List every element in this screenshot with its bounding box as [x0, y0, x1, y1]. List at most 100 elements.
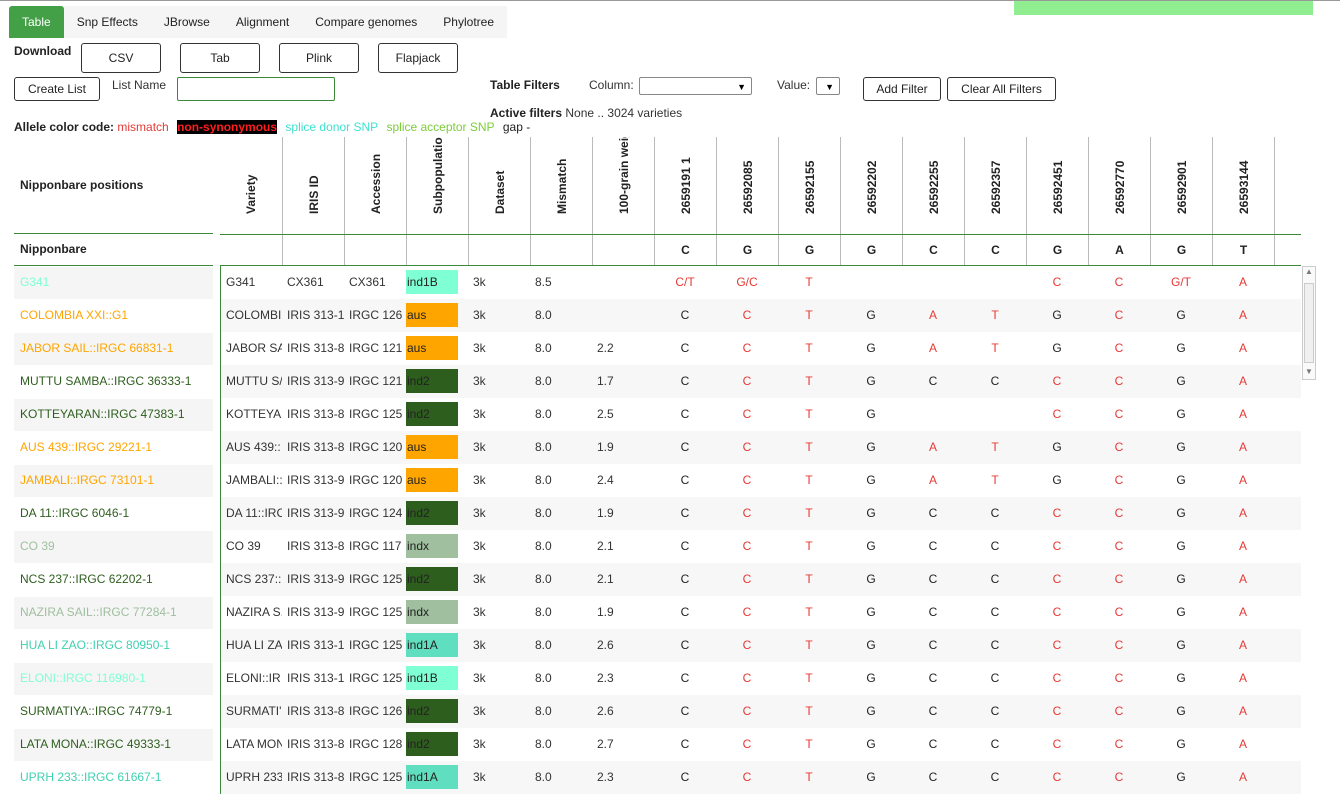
value-select[interactable]: ▼ — [816, 77, 840, 95]
allele-cell: T — [805, 539, 813, 553]
scrollbar-thumb[interactable] — [1304, 283, 1314, 363]
create-list-button[interactable]: Create List — [14, 77, 100, 101]
tab-snp-effects[interactable]: Snp Effects — [63, 6, 151, 38]
allele-cell: C — [680, 473, 690, 487]
variety-name-list: G341 COLOMBIA XXI::G1 JABOR SAIL::IRGC 668… — [14, 267, 213, 795]
table-row[interactable]: G341 CX361 CX361 ind1B 3k 8.5 C/T G/C T C C G/T A — [220, 266, 1301, 299]
variety-name-row[interactable]: COLOMBIA XXI::G1 — [14, 300, 213, 332]
acc-cell: IRGC 117 — [349, 539, 402, 553]
allele-cell — [1274, 497, 1301, 530]
tab-table[interactable]: Table — [9, 6, 64, 38]
list-name-input[interactable] — [177, 77, 335, 101]
variety-name-row[interactable]: KOTTEYARAN::IRGC 47383-1 — [14, 399, 213, 431]
column-header[interactable]: Accession — [344, 137, 406, 234]
column-header[interactable]: Variety — [220, 137, 282, 234]
subpop-cell: ind2 — [406, 497, 468, 530]
variety-name-row[interactable]: NAZIRA SAIL::IRGC 77284-1 — [14, 597, 213, 629]
column-header-label: Variety — [244, 174, 258, 214]
tab-phylotree[interactable]: Phylotree — [430, 6, 507, 38]
allele-cell: C — [742, 407, 752, 421]
allele-cell: C — [742, 506, 752, 520]
column-header[interactable]: 100-grain weigh — [592, 137, 654, 234]
variety-name-row[interactable]: G341 — [14, 267, 213, 299]
position-header[interactable]: 2659191 1 — [654, 137, 716, 234]
weight-cell: 1.7 — [597, 374, 614, 388]
position-header[interactable]: 26593144 — [1212, 137, 1274, 234]
table-row[interactable]: KOTTEYAI IRIS 313-8 IRGC 125 ind2 3k 8.0 2.5 C C… — [220, 398, 1301, 431]
allele-cell: C — [680, 341, 690, 355]
variety-name-row[interactable]: LATA MONA::IRGC 49333-1 — [14, 729, 213, 761]
table-row[interactable]: LATA MON IRIS 313-8 IRGC 128 ind2 3k 8.0 2.7 C C… — [220, 728, 1301, 761]
variety-name-row[interactable]: AUS 439::IRGC 29221-1 — [14, 432, 213, 464]
table-row[interactable]: CO 39 IRIS 313-8 IRGC 117 indx 3k 8.0 2.1 C C T G C… — [220, 530, 1301, 563]
allele-cell: C — [1052, 671, 1062, 685]
column-header[interactable]: Subpopulation — [406, 137, 468, 234]
variety-name-row[interactable]: NCS 237::IRGC 62202-1 — [14, 564, 213, 596]
acc-cell: IRGC 121 — [349, 374, 403, 388]
variety-cell: UPRH 233 — [220, 761, 282, 794]
variety-name-row[interactable]: ELONI::IRGC 116980-1 — [14, 663, 213, 695]
variety-name-row[interactable]: JAMBALI::IRGC 73101-1 — [14, 465, 213, 497]
variety-name-row[interactable]: MUTTU SAMBA::IRGC 36333-1 — [14, 366, 213, 398]
variety-name-row[interactable]: JABOR SAIL::IRGC 66831-1 — [14, 333, 213, 365]
tab-jbrowse[interactable]: JBrowse — [150, 6, 223, 38]
table-row[interactable]: SURMATI' IRIS 313-8 IRGC 126 ind2 3k 8.0 2.6 C C… — [220, 695, 1301, 728]
weight-cell: 1.9 — [597, 605, 614, 619]
tab-download-button[interactable]: Tab — [180, 43, 260, 73]
csv-button[interactable]: CSV — [81, 43, 161, 73]
variety-name-row[interactable]: DA 11::IRGC 6046-1 — [14, 498, 213, 530]
position-header[interactable]: 26592085 — [716, 137, 778, 234]
column-header[interactable]: Dataset — [468, 137, 530, 234]
position-header[interactable]: 26592770 — [1088, 137, 1150, 234]
position-header[interactable]: 26592451 — [1026, 137, 1088, 234]
tab-alignment[interactable]: Alignment — [222, 6, 303, 38]
allele-cell: C — [1114, 737, 1124, 751]
table-row[interactable]: AUS 439:: IRIS 313-8 IRGC 120 aus 3k 8.0 1.9 C C… — [220, 431, 1301, 464]
table-scrollbar[interactable]: ▲ ▼ — [1302, 266, 1316, 380]
table-row[interactable]: JAMBALI:: IRIS 313-9 IRGC 120 aus 3k 8.0 2.4 C C… — [220, 464, 1301, 497]
column-header[interactable]: IRIS ID — [282, 137, 344, 234]
subpopulation-badge: ind1A — [406, 633, 458, 657]
position-header[interactable]: 26592202 — [840, 137, 902, 234]
position-header[interactable]: 26592155 — [778, 137, 840, 234]
allele-cell: G — [866, 440, 876, 454]
allele-cell: G — [1176, 704, 1186, 718]
add-filter-button[interactable]: Add Filter — [863, 77, 941, 101]
allele-cell — [1274, 398, 1301, 431]
dataset-cell: 3k — [473, 737, 486, 751]
scroll-down-icon[interactable]: ▼ — [1303, 367, 1315, 379]
position-header[interactable]: 26592255 — [902, 137, 964, 234]
table-row[interactable]: NCS 237:: IRIS 313-9 IRGC 125 ind2 3k 8.0 2.1 C… — [220, 563, 1301, 596]
scroll-up-icon[interactable]: ▲ — [1303, 267, 1315, 279]
table-row[interactable]: JABOR SA IRIS 313-8 IRGC 121 aus 3k 8.0 2.2 C C T… — [220, 332, 1301, 365]
variety-name-row[interactable]: CO 39 — [14, 531, 213, 563]
table-row[interactable]: ELONI::IR IRIS 313-1 IRGC 125 ind1B 3k 8.0 2.3… — [220, 662, 1301, 695]
variety-name-row[interactable]: SURMATIYA::IRGC 74779-1 — [14, 696, 213, 728]
subpopulation-badge: ind1B — [406, 666, 458, 690]
table-row[interactable]: MUTTU S/IRIS 313-9 IRGC 121 ind2 3k 8.0 1.7 C C… — [220, 365, 1301, 398]
allele-cell — [1274, 464, 1301, 497]
table-row[interactable]: HUA LI ZA IRIS 313-1 IRGC 125 ind1A 3k 8.0 2.6… — [220, 629, 1301, 662]
column-select[interactable]: ▼ — [639, 77, 752, 95]
flapjack-button[interactable]: Flapjack — [378, 43, 458, 73]
tab-compare-genomes[interactable]: Compare genomes — [302, 6, 431, 38]
table-row[interactable]: UPRH 233 IRIS 313-8 IRGC 125 ind1A 3k 8.0 2.3 C… — [220, 761, 1301, 794]
variety-name-row[interactable]: HUA LI ZAO::IRGC 80950-1 — [14, 630, 213, 662]
plink-button[interactable]: Plink — [279, 43, 359, 73]
position-header[interactable]: 26592901 — [1150, 137, 1212, 234]
variety-name-row[interactable]: UPRH 233::IRGC 61667-1 — [14, 762, 213, 794]
position-header[interactable]: 26592357 — [964, 137, 1026, 234]
table-row[interactable]: COLOMBI IRIS 313-1 IRGC 126 aus 3k 8.0 C C T G A T G… — [220, 299, 1301, 332]
mismatch-cell: 8.0 — [535, 473, 552, 487]
table-row[interactable]: NAZIRA S. IRIS 313-9 IRGC 125 indx 3k 8.0 1.9 C… — [220, 596, 1301, 629]
clear-all-filters-button[interactable]: Clear All Filters — [947, 77, 1056, 101]
table-row[interactable]: DA 11::IRC IRIS 313-9 IRGC 124 ind2 3k 8.0 1.9… — [220, 497, 1301, 530]
allele-cell: G — [1176, 506, 1186, 520]
weight-cell: 1.9 — [597, 440, 614, 454]
allele-cell: C — [928, 704, 938, 718]
iris-cell: IRIS 313-8 — [287, 539, 344, 553]
column-header[interactable]: Mismatch — [530, 137, 592, 234]
mismatch-cell: 8.0 — [535, 341, 552, 355]
reference-allele-cell: G — [840, 235, 902, 265]
position-header[interactable]: 26593251 — [1274, 137, 1301, 234]
